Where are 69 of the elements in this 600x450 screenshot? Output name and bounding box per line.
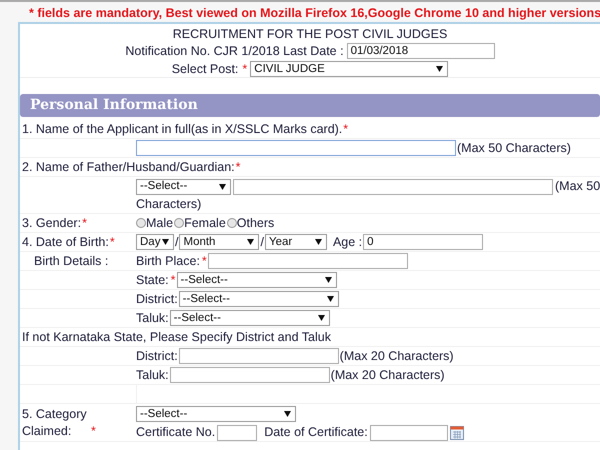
caret-icon bbox=[219, 184, 226, 190]
field-label: 1. Name of the Applicant in full(as in X/SSLC Marks card). bbox=[22, 120, 342, 138]
caret-icon bbox=[314, 239, 322, 245]
max-length-hint: (Max 50 Characters) bbox=[457, 140, 571, 156]
age-label: Age : bbox=[332, 234, 362, 250]
radio-label: Male bbox=[146, 214, 174, 232]
required-mark: * bbox=[170, 272, 176, 288]
caret-icon bbox=[436, 66, 444, 72]
post-label: Select Post: bbox=[172, 62, 238, 76]
caret-icon bbox=[326, 296, 334, 302]
form-title: RECRUITMENT FOR THE POST CIVIL JUDGES bbox=[172, 27, 448, 41]
required-mark: * bbox=[202, 252, 207, 270]
notification-label: Notification No. CJR 1/2018 Last Date : bbox=[125, 44, 344, 58]
field-label: 3. Gender: bbox=[22, 214, 82, 232]
caret-icon bbox=[318, 315, 325, 321]
calendar-icon[interactable] bbox=[450, 426, 464, 440]
max-length-hint: (Max 50 bbox=[555, 178, 600, 195]
day-select[interactable]: Day bbox=[136, 234, 174, 250]
field-label: District: bbox=[136, 290, 178, 308]
year-select[interactable]: Year bbox=[264, 234, 327, 250]
required-mark: * bbox=[91, 423, 96, 440]
required-mark: * bbox=[236, 158, 240, 176]
field-label: 5. Category Claimed: bbox=[22, 406, 88, 440]
max-length-hint: Characters) bbox=[136, 196, 202, 213]
field-label: 4. Date of Birth: bbox=[22, 234, 109, 250]
category-select[interactable]: --Select-- bbox=[136, 406, 296, 422]
location-select[interactable]: --Select-- bbox=[176, 272, 337, 288]
required-mark: * bbox=[110, 234, 115, 250]
caret-icon bbox=[284, 411, 291, 417]
field-label: District: bbox=[136, 348, 178, 364]
post-select[interactable]: CIVIL JUDGE bbox=[250, 61, 448, 77]
date-separator: / bbox=[260, 234, 264, 250]
guardian-name-field[interactable] bbox=[233, 178, 553, 194]
birth-place-field[interactable] bbox=[208, 253, 408, 269]
max-length-hint: (Max 20 Characters) bbox=[330, 366, 445, 384]
field-label: Birth Details : bbox=[34, 252, 108, 270]
caret-icon bbox=[324, 277, 332, 283]
required-mark: * bbox=[343, 120, 348, 138]
required-mark: * bbox=[82, 214, 87, 232]
radio-label: Female bbox=[184, 214, 226, 232]
field-label: Certificate No. bbox=[136, 424, 216, 441]
location-field[interactable] bbox=[170, 367, 330, 383]
radio-label: Others bbox=[236, 214, 274, 232]
last-date-field[interactable]: 01/03/2018 bbox=[346, 43, 495, 59]
required-mark: * bbox=[242, 62, 248, 76]
field-label: State: bbox=[136, 272, 169, 288]
date-separator: / bbox=[175, 234, 178, 250]
caret-icon bbox=[247, 239, 254, 245]
certificate-date-field[interactable] bbox=[370, 424, 448, 440]
certificate-number-field[interactable] bbox=[217, 424, 258, 440]
age-field[interactable]: 0 bbox=[363, 234, 484, 250]
relation-select[interactable]: --Select-- bbox=[136, 178, 231, 194]
radio-button[interactable] bbox=[226, 218, 237, 228]
applicant-name-field[interactable] bbox=[136, 140, 456, 156]
location-select[interactable]: --Select-- bbox=[178, 291, 339, 307]
field-label: Date of Certificate: bbox=[264, 424, 368, 441]
field-label: 2. Name of Father/Husband/Guardian: bbox=[22, 158, 235, 176]
max-length-hint: (Max 20 Characters) bbox=[340, 348, 454, 364]
note-text: If not Karnataka State, Please Specify District and Taluk bbox=[22, 328, 331, 346]
location-field[interactable] bbox=[178, 348, 339, 364]
field-label: Taluk: bbox=[136, 366, 169, 384]
radio-button[interactable] bbox=[136, 218, 146, 228]
radio-button[interactable] bbox=[174, 218, 184, 228]
field-label: Taluk: bbox=[136, 310, 169, 326]
location-select[interactable]: --Select-- bbox=[170, 310, 330, 326]
month-select[interactable]: Month bbox=[179, 234, 260, 250]
field-label: Birth Place: bbox=[136, 252, 200, 270]
section-header: Personal Information bbox=[20, 94, 600, 117]
caret-icon bbox=[162, 239, 169, 245]
